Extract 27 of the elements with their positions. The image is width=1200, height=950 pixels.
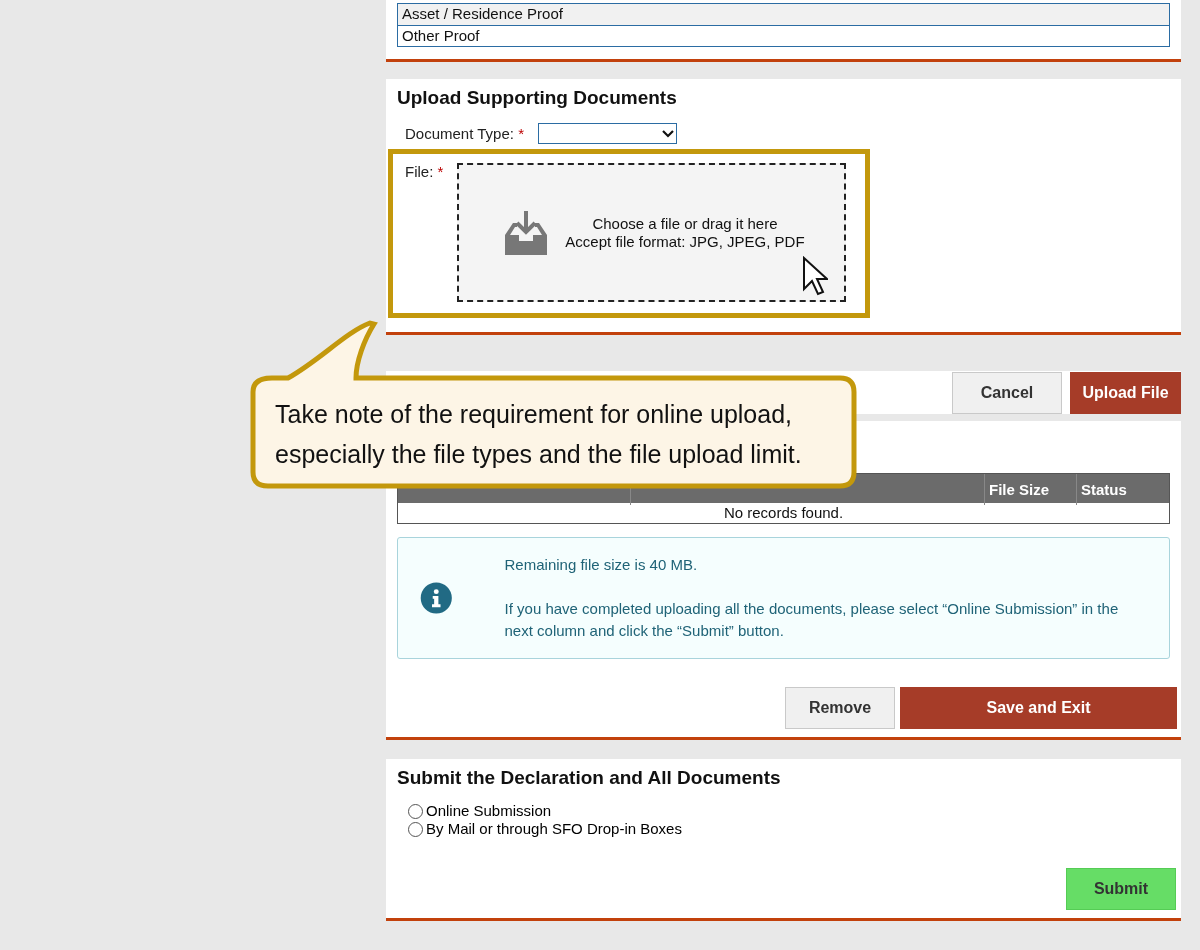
toolbar-button[interactable]: Upload File [1070, 371, 1181, 414]
field-label: Document Type: * [405, 125, 524, 142]
document-type-select[interactable] [537, 123, 677, 144]
info-text: If you have completed uploading all the documents, please select “Online Submission” in the next column and click the “Submit” button. [504, 599, 1120, 641]
table-row: Asset / Residence Proof [398, 4, 1169, 25]
toolbar-button[interactable]: Cancel [952, 371, 1062, 414]
empty-message: No records found. [722, 503, 845, 523]
submit-button[interactable]: Submit [1066, 868, 1176, 910]
action-button[interactable]: Remove [785, 687, 895, 729]
column-header: Status [1076, 474, 1169, 505]
section-title: Upload Supporting Documents [397, 87, 678, 109]
drop-instruction: Choose a file or drag it here [592, 214, 778, 233]
cursor-icon [802, 256, 829, 296]
file-format-note: Accept file format: JPG, JPEG, PDF [565, 232, 805, 251]
download-tray-icon [503, 208, 550, 257]
column-header: File Size [984, 474, 1076, 505]
radio-button[interactable] [408, 803, 423, 819]
radio-label: By Mail or through SFO Drop-in Boxes [426, 820, 682, 838]
action-button[interactable]: Save and Exit [900, 687, 1177, 729]
field-label: File: * [405, 163, 444, 182]
radio-label: Online Submission [426, 802, 552, 820]
file-drop-zone[interactable]: Choose a file or drag it here Accept file format: JPG, JPEG, PDF [457, 163, 847, 302]
callout-text: Take note of the requirement for online upload, especially the file types and the file upload limit. [275, 399, 803, 470]
info-text: Remaining file size is 40 MB. [504, 555, 699, 575]
section-title: Submit the Declaration and All Documents [397, 767, 782, 789]
radio-button[interactable] [408, 821, 423, 837]
chevron-down-icon [661, 129, 674, 138]
